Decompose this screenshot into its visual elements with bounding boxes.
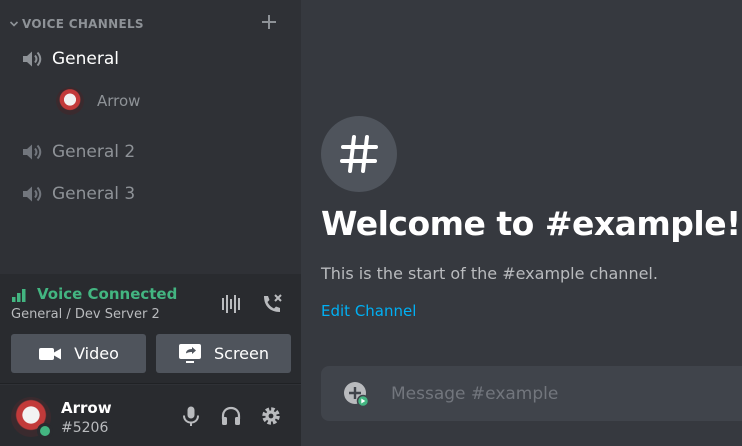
disconnect-icon[interactable] (260, 292, 284, 316)
user-tag: #5206 (61, 420, 109, 436)
signal-bars-icon (12, 286, 30, 302)
settings-gear-icon[interactable] (260, 405, 282, 427)
voice-connection-panel: Voice Connected General / Dev Server 2 V… (0, 274, 301, 384)
speaker-icon (20, 140, 44, 164)
voice-status[interactable]: Voice Connected (12, 285, 177, 303)
voice-channels-header[interactable]: VOICE CHANNELS (8, 14, 293, 34)
user-avatar[interactable] (11, 397, 53, 439)
video-camera-icon (39, 347, 62, 360)
section-title: VOICE CHANNELS (22, 17, 144, 31)
voice-user-name: Arrow (97, 92, 141, 110)
channel-sidebar: VOICE CHANNELS General Arrow General 2 G… (0, 0, 301, 446)
voice-location: General / Dev Server 2 (11, 307, 160, 322)
channel-hash-icon (321, 116, 397, 192)
screen-label: Screen (213, 344, 269, 363)
edit-channel-link[interactable]: Edit Channel (321, 302, 416, 320)
speaker-icon (20, 182, 44, 206)
avatar (56, 87, 84, 115)
voice-connected-label: Voice Connected (37, 285, 178, 303)
voice-channel-general-2[interactable]: General 2 (20, 135, 290, 169)
microphone-icon[interactable] (180, 405, 202, 427)
voice-channel-general-3[interactable]: General 3 (20, 177, 290, 211)
attach-plus-icon[interactable] (343, 381, 370, 407)
chat-area: Welcome to #example! This is the start o… (301, 0, 742, 446)
channel-start-text: This is the start of the #example channe… (321, 264, 658, 283)
username: Arrow (61, 399, 112, 417)
welcome-title: Welcome to #example! (321, 204, 741, 243)
channel-name: General (52, 49, 119, 69)
noise-suppression-icon[interactable] (220, 292, 244, 316)
voice-user-arrow[interactable]: Arrow (56, 86, 140, 116)
message-input[interactable] (391, 383, 721, 404)
user-panel: Arrow #5206 (0, 385, 301, 446)
channel-name: General 2 (52, 142, 136, 162)
voice-channel-general[interactable]: General (20, 42, 290, 76)
message-composer (321, 366, 742, 421)
video-button[interactable]: Video (11, 334, 146, 373)
screen-share-button[interactable]: Screen (156, 334, 291, 373)
online-status-badge (37, 423, 53, 439)
video-label: Video (74, 344, 119, 363)
channel-name: General 3 (52, 184, 136, 204)
headphones-icon[interactable] (220, 405, 242, 427)
add-channel-icon[interactable] (259, 12, 279, 32)
speaker-icon (20, 47, 44, 71)
screen-share-icon (178, 343, 201, 363)
chevron-down-icon (8, 18, 20, 30)
